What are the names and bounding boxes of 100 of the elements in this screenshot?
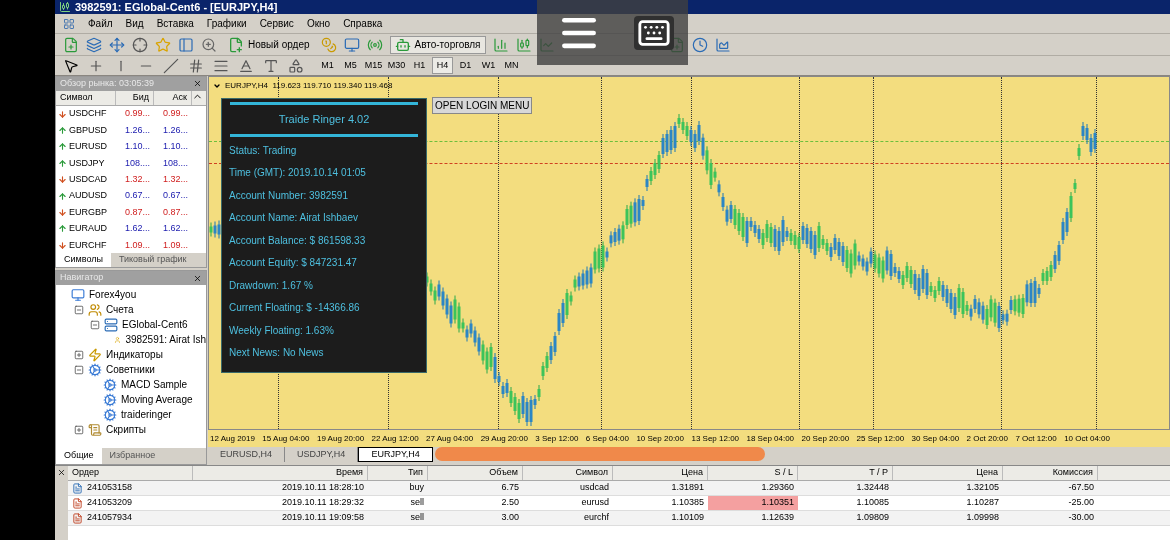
column-header[interactable]: Цена <box>893 466 1003 480</box>
tree-item[interactable]: Индикаторы <box>106 347 163 362</box>
tree-item[interactable]: Forex4you <box>89 287 137 302</box>
window-menu-icon[interactable] <box>63 17 75 30</box>
robot-icon[interactable] <box>394 36 411 53</box>
table-cell: 241053158 <box>87 481 133 495</box>
new-order-icon[interactable] <box>228 36 244 53</box>
timeframe-button[interactable]: M5 <box>340 57 361 74</box>
column-header[interactable]: Ордер <box>68 466 193 480</box>
column-header[interactable]: Символ <box>523 466 613 480</box>
text-label-icon[interactable] <box>263 57 279 74</box>
table-cell: -25.00 <box>1068 496 1094 510</box>
tree-item[interactable]: Счета <box>106 302 134 317</box>
monitor-icon[interactable] <box>343 36 360 53</box>
symbol-cell[interactable]: AUDUSD <box>69 189 107 203</box>
close-icon[interactable] <box>57 468 66 477</box>
channel-icon[interactable] <box>188 57 204 74</box>
table-cell: 6.75 <box>501 481 519 495</box>
column-header[interactable]: Объем <box>428 466 523 480</box>
column-header[interactable]: Аск <box>154 90 192 105</box>
template-icon[interactable] <box>714 36 731 53</box>
table-cell: 1.31891 <box>671 481 704 495</box>
timeframe-button[interactable]: M1 <box>317 57 338 74</box>
symbol-cell[interactable]: EURUSD <box>69 140 107 154</box>
collapse-toggle[interactable] <box>74 304 84 315</box>
candlestick-icon[interactable] <box>515 36 532 53</box>
table-cell: 241053209 <box>87 496 133 510</box>
tree-item[interactable]: EGlobal-Cent6 <box>122 317 188 332</box>
column-header[interactable]: Время <box>193 466 368 480</box>
chart-tab[interactable]: EURUSD,H4 <box>208 447 285 462</box>
tree-item[interactable]: Советники <box>106 362 155 377</box>
tree-item[interactable]: 3982591: Airat Ish <box>125 332 206 347</box>
cursor-icon[interactable] <box>63 57 79 74</box>
keyboard-icon[interactable] <box>634 15 675 50</box>
auto-trading-button[interactable]: Авто-торговля <box>389 35 486 54</box>
panel-tab[interactable]: Избранное <box>101 448 164 464</box>
timeframe-button[interactable]: D1 <box>455 57 476 74</box>
column-header[interactable]: Бид <box>116 90 154 105</box>
column-header[interactable]: Комиссия <box>1003 466 1098 480</box>
menu-item[interactable]: Графики <box>206 16 247 31</box>
column-header[interactable]: Цена <box>613 466 708 480</box>
dropdown-icon[interactable] <box>213 82 221 90</box>
symbol-cell[interactable]: EURGBP <box>69 205 107 220</box>
column-header[interactable]: S / L <box>708 466 798 480</box>
tree-item[interactable]: Скрипты <box>106 422 146 437</box>
timeframe-button[interactable]: MN <box>501 57 522 74</box>
text-icon[interactable] <box>238 57 254 74</box>
timeframe-button[interactable]: H4 <box>432 57 453 74</box>
tree-item[interactable]: Moving Average <box>121 392 193 407</box>
collapse-toggle[interactable] <box>90 319 100 330</box>
panel-tab[interactable]: Тиковый график <box>110 253 195 267</box>
shapes-icon[interactable] <box>288 57 304 74</box>
star-icon[interactable] <box>155 36 171 53</box>
document-icon <box>72 512 83 524</box>
menu-item[interactable]: Справка <box>343 16 383 31</box>
app-icon <box>59 1 71 13</box>
timeframe-button[interactable]: H1 <box>409 57 430 74</box>
timeframe-button[interactable]: M15 <box>363 57 384 74</box>
zoom-icon[interactable] <box>201 36 217 53</box>
symbol-cell[interactable]: USDCAD <box>69 172 107 187</box>
menu-item[interactable]: Файл <box>88 16 113 31</box>
table-cell: usdcad <box>579 481 609 495</box>
tree-item[interactable]: MACD Sample <box>121 377 188 392</box>
ask-cell-text: 1.62... <box>161 222 189 236</box>
panel-title: Навигатор <box>60 271 104 285</box>
collapse-toggle[interactable] <box>74 364 84 375</box>
symbol-cell[interactable]: EURAUD <box>69 222 107 236</box>
column-header[interactable]: Тип <box>368 466 428 480</box>
timeframe-button[interactable]: W1 <box>478 57 499 74</box>
expand-toggle[interactable] <box>74 424 84 435</box>
panel-tab[interactable]: Символы <box>56 253 111 267</box>
info-line: Next News: No News <box>229 346 325 360</box>
table-cell: 1.09998 <box>966 511 999 525</box>
expand-toggle[interactable] <box>74 349 84 360</box>
clock-icon[interactable] <box>691 36 708 53</box>
close-icon[interactable] <box>193 79 202 89</box>
timeframe-button[interactable]: M30 <box>386 57 407 74</box>
trend-line-icon[interactable] <box>163 57 179 74</box>
move-icon[interactable] <box>109 36 125 53</box>
column-header[interactable]: T / P <box>798 466 893 480</box>
crosshair-icon[interactable] <box>132 36 148 53</box>
tree-item[interactable]: traideringer <box>121 407 172 422</box>
symbol-cell[interactable]: EURCHF <box>69 238 107 253</box>
chart-tab[interactable]: EURJPY,H4 <box>358 447 433 462</box>
menu-item[interactable]: Вид <box>125 16 144 31</box>
close-icon[interactable] <box>193 273 202 283</box>
panel-icon[interactable] <box>178 36 194 53</box>
open-login-menu-button[interactable]: OPEN LOGIN MENU <box>432 97 533 114</box>
menu-item[interactable]: Сервис <box>259 16 294 31</box>
bar-chart-icon[interactable] <box>492 36 509 53</box>
menu-item[interactable]: Окно <box>306 16 331 31</box>
ask-cell-text: 0.87... <box>161 205 189 219</box>
new-order-button[interactable]: Новый ордер <box>224 36 314 53</box>
column-header[interactable]: Символ <box>56 90 116 105</box>
symbol-cell[interactable]: USDCHF <box>69 107 107 121</box>
menu-item[interactable]: Вставка <box>156 16 194 31</box>
profiles-icon[interactable] <box>86 36 102 53</box>
symbol-cell[interactable]: USDJPY <box>69 156 105 171</box>
symbol-cell[interactable]: GBPUSD <box>69 123 107 138</box>
panel-tab[interactable]: Общие <box>56 448 102 464</box>
